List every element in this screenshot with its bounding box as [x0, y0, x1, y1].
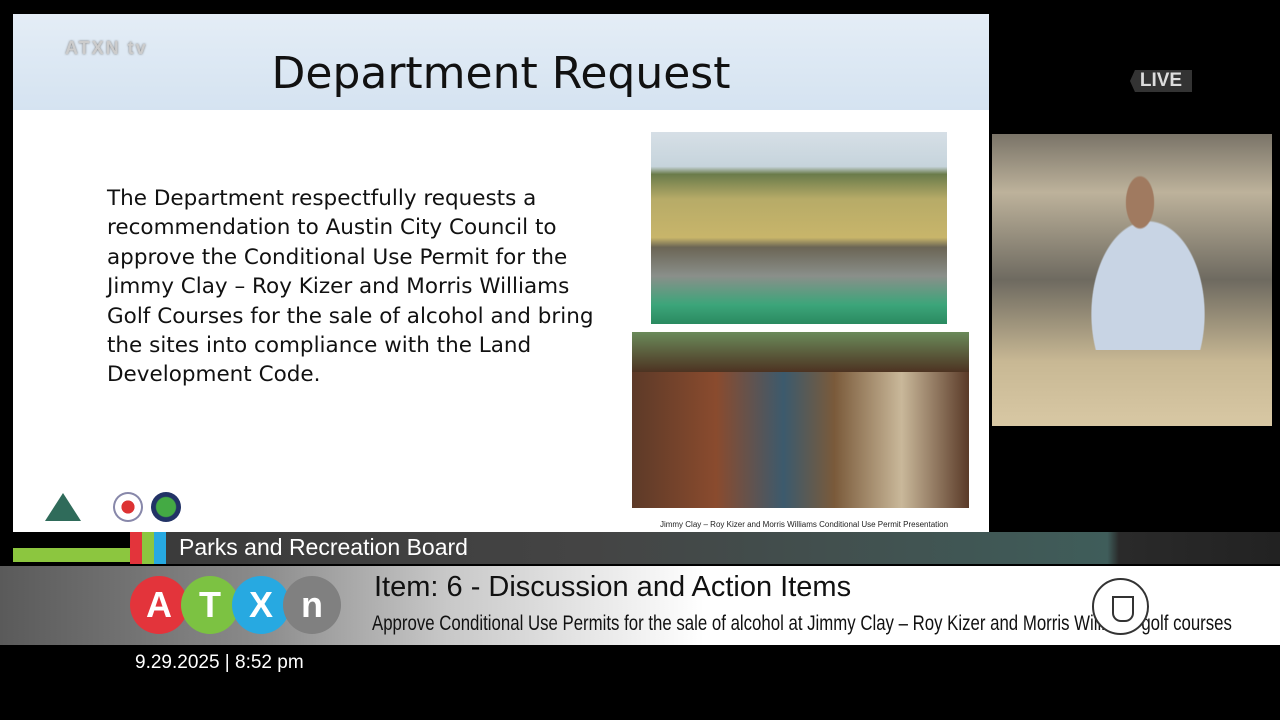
red-stripe	[130, 532, 142, 564]
slide-caption: Jimmy Clay – Roy Kizer and Morris Willia…	[659, 520, 949, 529]
slide-title: Department Request	[271, 48, 731, 99]
slide-body-text: The Department respectfully requests a r…	[107, 186, 594, 388]
board-name: Parks and Recreation Board	[179, 534, 468, 560]
live-badge: LIVE	[1130, 70, 1192, 92]
atxn-logo-a: A	[130, 576, 188, 634]
golf-course-photo	[651, 132, 947, 324]
city-of-austin-seal	[113, 492, 144, 522]
clubhouse-bar-photo	[632, 332, 969, 508]
austin-parks-logo	[45, 493, 81, 521]
green-stripe	[142, 532, 154, 564]
slide-logos	[45, 492, 187, 522]
agenda-item-subtitle: Approve Conditional Use Permits for the …	[372, 612, 1232, 635]
green-strip	[13, 548, 130, 562]
blue-stripe	[154, 532, 166, 564]
camera-feed	[992, 134, 1272, 426]
presentation-slide: ATXN tv Department Request The Departmen…	[13, 14, 989, 532]
capra-logo	[151, 492, 182, 522]
atxn-logo-n: n	[283, 576, 341, 634]
speaker	[1060, 170, 1220, 350]
agenda-item-title: Item: 6 - Discussion and Action Items	[374, 571, 852, 603]
city-seal-icon	[1092, 578, 1149, 635]
atxn-logo-t: T	[181, 576, 239, 634]
atxn-logo-x: X	[232, 576, 290, 634]
broadcast-datetime: 9.29.2025 | 8:52 pm	[135, 652, 304, 673]
